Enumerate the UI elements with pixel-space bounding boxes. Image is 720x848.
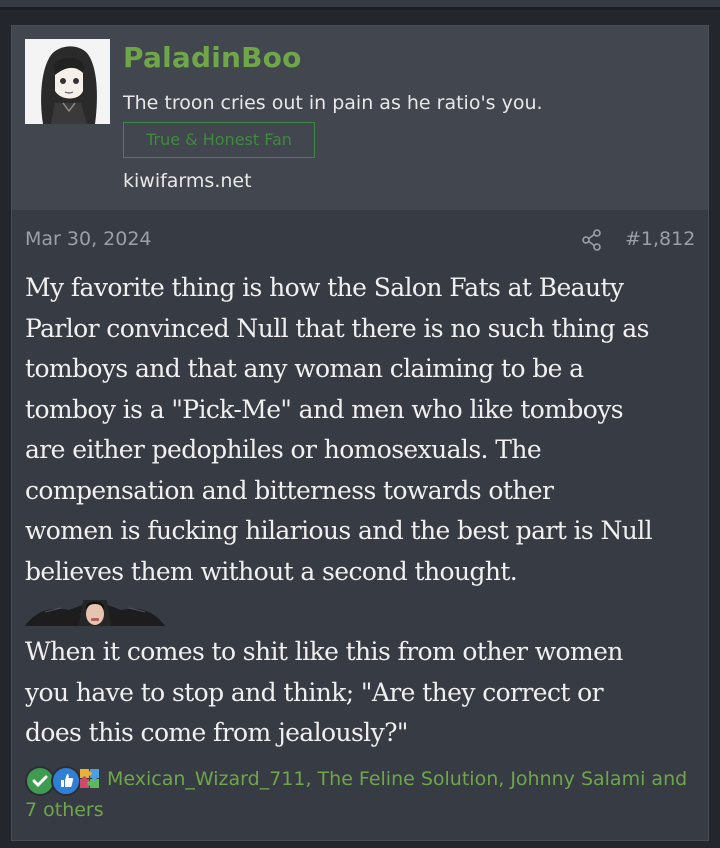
reaction-users-link[interactable]: Mexican_Wizard_711, The Feline Solution,… xyxy=(107,768,645,790)
message-line: you have to stop and think; "Are they co… xyxy=(25,677,604,707)
previous-post-edge xyxy=(0,0,720,7)
user-banner: True & Honest Fan xyxy=(123,122,315,158)
message-line: Parlor convinced Null that there is no s… xyxy=(25,313,649,343)
post-message-continued: When it comes to shit like this from oth… xyxy=(25,632,705,754)
message-line: My favorite thing is how the Salon Fats … xyxy=(25,273,624,302)
message-line: compensation and bitterness towards othe… xyxy=(25,475,554,505)
username-link[interactable]: PaladinBoo xyxy=(123,41,302,74)
avatar[interactable] xyxy=(25,39,110,124)
user-title: The troon cries out in pain as he ratio'… xyxy=(123,92,543,114)
puzzle-reaction-icon xyxy=(77,766,103,792)
post-message: My favorite thing is how the Salon Fats … xyxy=(25,268,705,592)
user-info-block: PaladinBoo The troon cries out in pain a… xyxy=(12,26,708,210)
divider xyxy=(0,7,720,10)
reactions-bar: Mexican_Wizard_711, The Feline Solution,… xyxy=(25,764,705,826)
post-date[interactable]: Mar 30, 2024 xyxy=(25,228,152,250)
message-line: believes them without a second thought. xyxy=(25,556,518,586)
post-number-link[interactable]: #1,812 xyxy=(625,228,695,250)
inline-emoji-image xyxy=(25,598,165,628)
share-icon[interactable] xyxy=(580,228,604,252)
message-line: are either pedophiles or homosexuals. Th… xyxy=(25,435,542,464)
message-line: does this come from jealously?" xyxy=(25,718,408,747)
user-website: kiwifarms.net xyxy=(123,170,252,192)
message-line: When it comes to shit like this from oth… xyxy=(25,637,623,666)
reaction-icons[interactable] xyxy=(25,765,105,796)
message-line: tomboy is a "Pick-Me" and men who like t… xyxy=(25,394,624,424)
message-line: tomboys and that any woman claiming to b… xyxy=(25,354,584,383)
message-line: women is fucking hilarious and the best … xyxy=(25,516,653,545)
forum-post: PaladinBoo The troon cries out in pain a… xyxy=(11,25,709,841)
user-block-caret xyxy=(56,200,76,210)
avatar-image xyxy=(25,39,110,124)
